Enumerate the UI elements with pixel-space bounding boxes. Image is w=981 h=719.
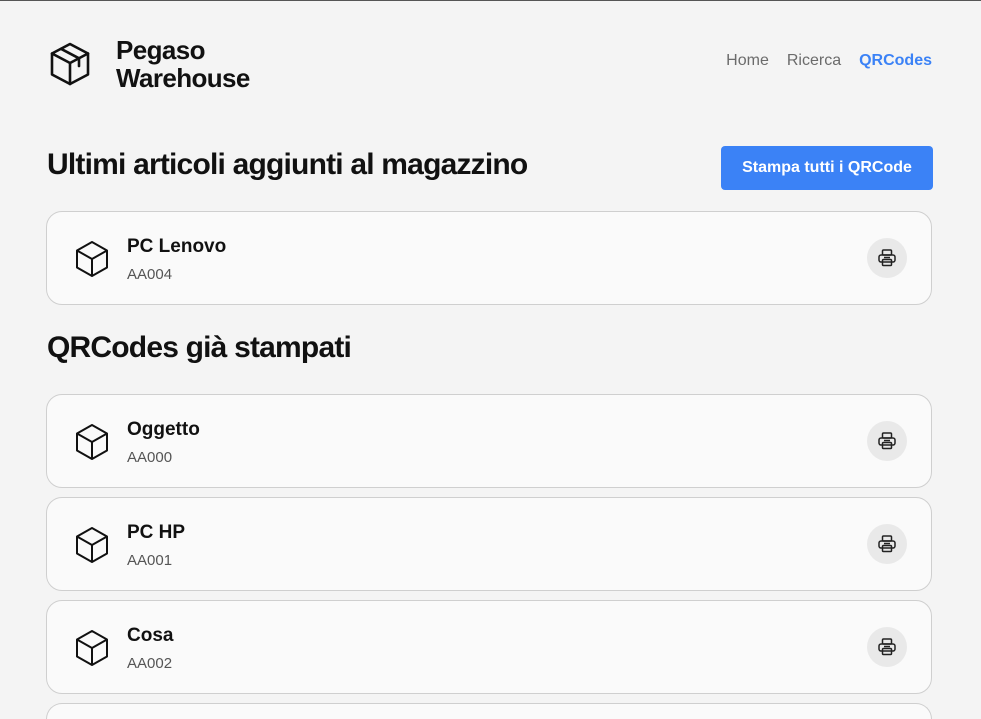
- printer-icon: [878, 432, 896, 450]
- brand-line-1: Pegaso: [116, 35, 205, 65]
- cube-icon: [76, 424, 108, 460]
- print-all-qrcodes-button[interactable]: Stampa tutti i QRCode: [721, 146, 933, 190]
- item-card[interactable]: PC Lenovo AA004: [46, 211, 932, 305]
- print-qrcode-button[interactable]: [867, 238, 907, 278]
- item-name: Cosa: [127, 625, 174, 646]
- printer-icon: [878, 535, 896, 553]
- item-card[interactable]: Oggetto AA000: [46, 394, 932, 488]
- item-name: Oggetto: [127, 419, 200, 440]
- print-qrcode-button[interactable]: [867, 524, 907, 564]
- item-card[interactable]: Cosa AA002: [46, 600, 932, 694]
- print-qrcode-button[interactable]: [867, 627, 907, 667]
- nav-ricerca[interactable]: Ricerca: [787, 52, 841, 70]
- item-card[interactable]: PC HP AA001: [46, 497, 932, 591]
- item-code: AA001: [127, 552, 173, 569]
- item-name: PC Lenovo: [127, 236, 227, 257]
- package-icon: [50, 42, 90, 86]
- site-header: Pegaso Warehouse Home Ricerca QRCodes: [48, 36, 932, 92]
- nav-qrcodes[interactable]: QRCodes: [859, 52, 932, 70]
- main-nav: Home Ricerca QRCodes: [726, 52, 932, 70]
- printer-icon: [878, 249, 896, 267]
- brand[interactable]: Pegaso Warehouse: [48, 36, 250, 92]
- print-qrcode-button[interactable]: [867, 421, 907, 461]
- brand-name: Pegaso Warehouse: [116, 36, 250, 92]
- item-code: AA002: [127, 655, 173, 672]
- item-code: AA004: [127, 266, 173, 283]
- printed-qrcodes-title: QRCodes già stampati: [47, 331, 352, 364]
- item-card-partial[interactable]: [46, 703, 932, 719]
- recent-items-title: Ultimi articoli aggiunti al magazzino: [47, 148, 528, 181]
- top-border: [0, 0, 981, 1]
- cube-icon: [76, 527, 108, 563]
- nav-home[interactable]: Home: [726, 52, 769, 70]
- brand-line-2: Warehouse: [116, 63, 250, 93]
- cube-icon: [76, 630, 108, 666]
- cube-icon: [76, 241, 108, 277]
- item-code: AA000: [127, 449, 173, 466]
- item-name: PC HP: [127, 522, 186, 543]
- printer-icon: [878, 638, 896, 656]
